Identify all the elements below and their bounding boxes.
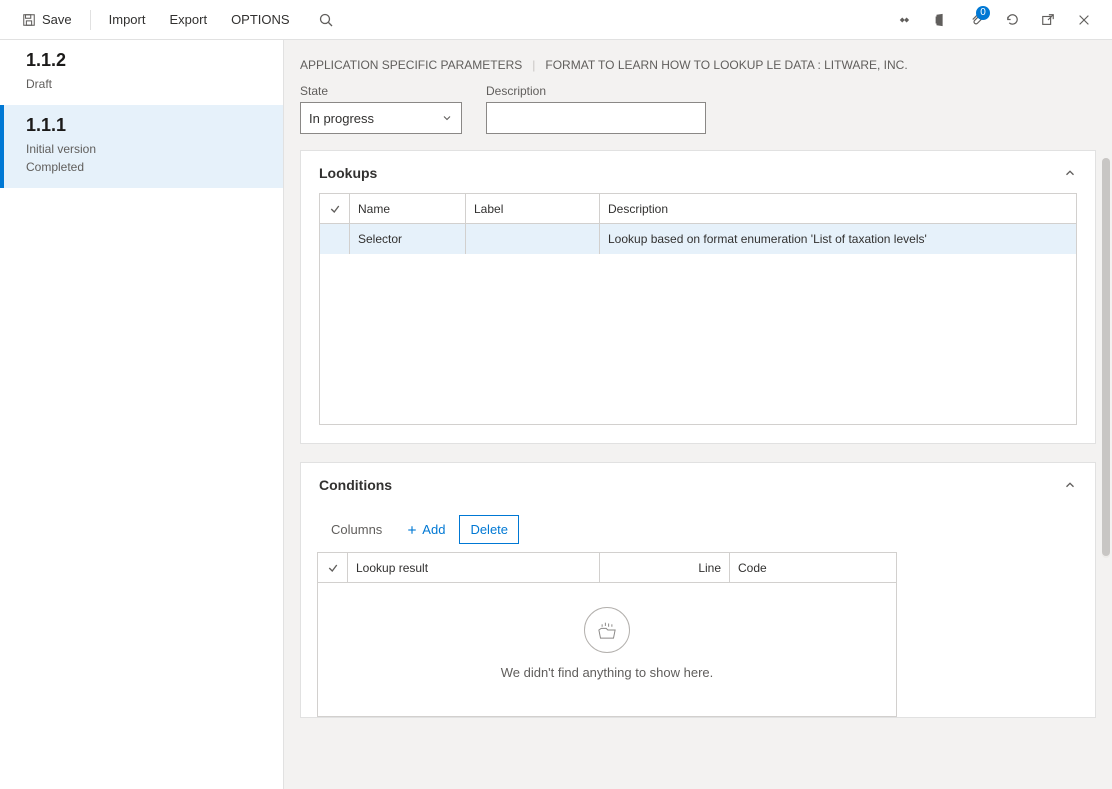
action-toolbar: Save Import Export OPTIONS 0 bbox=[0, 0, 1112, 40]
breadcrumb: APPLICATION SPECIFIC PARAMETERS | FORMAT… bbox=[284, 40, 1112, 84]
empty-folder-icon bbox=[584, 607, 630, 653]
add-button[interactable]: Add bbox=[396, 516, 455, 543]
cell-name: Selector bbox=[350, 224, 466, 254]
state-select[interactable]: In progress bbox=[300, 102, 462, 134]
table-empty-space bbox=[320, 254, 1076, 424]
search-button[interactable] bbox=[310, 4, 342, 36]
columns-button[interactable]: Columns bbox=[321, 516, 392, 543]
conditions-header[interactable]: Conditions bbox=[301, 463, 1095, 505]
table-header-row: Lookup result Line Code bbox=[318, 553, 896, 583]
version-item-111[interactable]: 1.1.1 Initial version Completed bbox=[0, 105, 283, 188]
empty-text: We didn't find anything to show here. bbox=[501, 665, 714, 680]
chevron-up-icon bbox=[1063, 478, 1077, 492]
check-icon bbox=[329, 203, 341, 215]
lookups-panel: Lookups Name Label Description bbox=[300, 150, 1096, 444]
description-label: Description bbox=[486, 84, 706, 98]
conditions-panel: Conditions Columns Add Delete bbox=[300, 462, 1096, 718]
description-input[interactable] bbox=[486, 102, 706, 134]
version-status: Completed bbox=[26, 158, 261, 176]
chevron-up-icon bbox=[1063, 166, 1077, 180]
column-select[interactable] bbox=[320, 194, 350, 224]
lookups-header[interactable]: Lookups bbox=[301, 151, 1095, 193]
export-button[interactable]: Export bbox=[159, 6, 217, 33]
cell-label bbox=[466, 224, 600, 254]
delete-button[interactable]: Delete bbox=[459, 515, 519, 544]
scrollbar[interactable] bbox=[1102, 158, 1110, 558]
version-status: Draft bbox=[26, 75, 261, 93]
version-title: 1.1.2 bbox=[26, 50, 261, 71]
conditions-table: Lookup result Line Code bbox=[317, 552, 897, 717]
column-line[interactable]: Line bbox=[600, 553, 730, 583]
row-select[interactable] bbox=[320, 224, 350, 254]
refresh-button[interactable] bbox=[996, 4, 1028, 36]
lookups-title: Lookups bbox=[319, 165, 377, 181]
breadcrumb-left: APPLICATION SPECIFIC PARAMETERS bbox=[300, 58, 522, 72]
popout-button[interactable] bbox=[1032, 4, 1064, 36]
column-lookup-result[interactable]: Lookup result bbox=[348, 553, 600, 583]
popout-icon bbox=[1041, 13, 1055, 27]
conditions-toolbar: Columns Add Delete bbox=[301, 505, 1095, 552]
conditions-title: Conditions bbox=[319, 477, 392, 493]
save-icon bbox=[22, 13, 36, 27]
search-icon bbox=[318, 12, 334, 28]
save-button[interactable]: Save bbox=[12, 6, 82, 33]
separator bbox=[90, 10, 91, 30]
version-subtitle: Initial version bbox=[26, 140, 261, 158]
scrollbar-thumb[interactable] bbox=[1102, 158, 1110, 556]
table-row[interactable]: Selector Lookup based on format enumerat… bbox=[320, 224, 1076, 254]
column-description[interactable]: Description bbox=[600, 194, 1076, 224]
version-item-112[interactable]: 1.1.2 Draft bbox=[0, 40, 283, 105]
attachment-count: 0 bbox=[976, 6, 990, 20]
attachments-button[interactable]: 0 bbox=[960, 4, 992, 36]
header-fields: State In progress Description bbox=[284, 84, 1112, 150]
column-code[interactable]: Code bbox=[730, 553, 896, 583]
options-button[interactable]: OPTIONS bbox=[221, 6, 300, 33]
column-name[interactable]: Name bbox=[350, 194, 466, 224]
chevron-down-icon bbox=[441, 112, 453, 124]
cell-description: Lookup based on format enumeration 'List… bbox=[600, 224, 1076, 254]
column-select[interactable] bbox=[318, 553, 348, 583]
refresh-icon bbox=[1005, 12, 1020, 27]
office-icon bbox=[933, 13, 947, 27]
table-header-row: Name Label Description bbox=[320, 194, 1076, 224]
empty-state: We didn't find anything to show here. bbox=[318, 583, 896, 716]
version-sidebar: 1.1.2 Draft 1.1.1 Initial version Comple… bbox=[0, 40, 284, 789]
import-button[interactable]: Import bbox=[99, 6, 156, 33]
state-value: In progress bbox=[309, 111, 374, 126]
connector-icon-button[interactable] bbox=[888, 4, 920, 36]
breadcrumb-separator: | bbox=[532, 58, 535, 72]
office-icon-button[interactable] bbox=[924, 4, 956, 36]
column-label[interactable]: Label bbox=[466, 194, 600, 224]
plus-icon bbox=[406, 524, 418, 536]
main-content: APPLICATION SPECIFIC PARAMETERS | FORMAT… bbox=[284, 40, 1112, 789]
save-label: Save bbox=[42, 12, 72, 27]
check-icon bbox=[327, 562, 339, 574]
state-label: State bbox=[300, 84, 462, 98]
breadcrumb-right: FORMAT TO LEARN HOW TO LOOKUP LE DATA : … bbox=[545, 58, 907, 72]
lookups-table: Name Label Description Selector Lookup b… bbox=[319, 193, 1077, 425]
diamond-icon bbox=[897, 13, 911, 27]
close-button[interactable] bbox=[1068, 4, 1100, 36]
close-icon bbox=[1077, 13, 1091, 27]
version-title: 1.1.1 bbox=[26, 115, 261, 136]
